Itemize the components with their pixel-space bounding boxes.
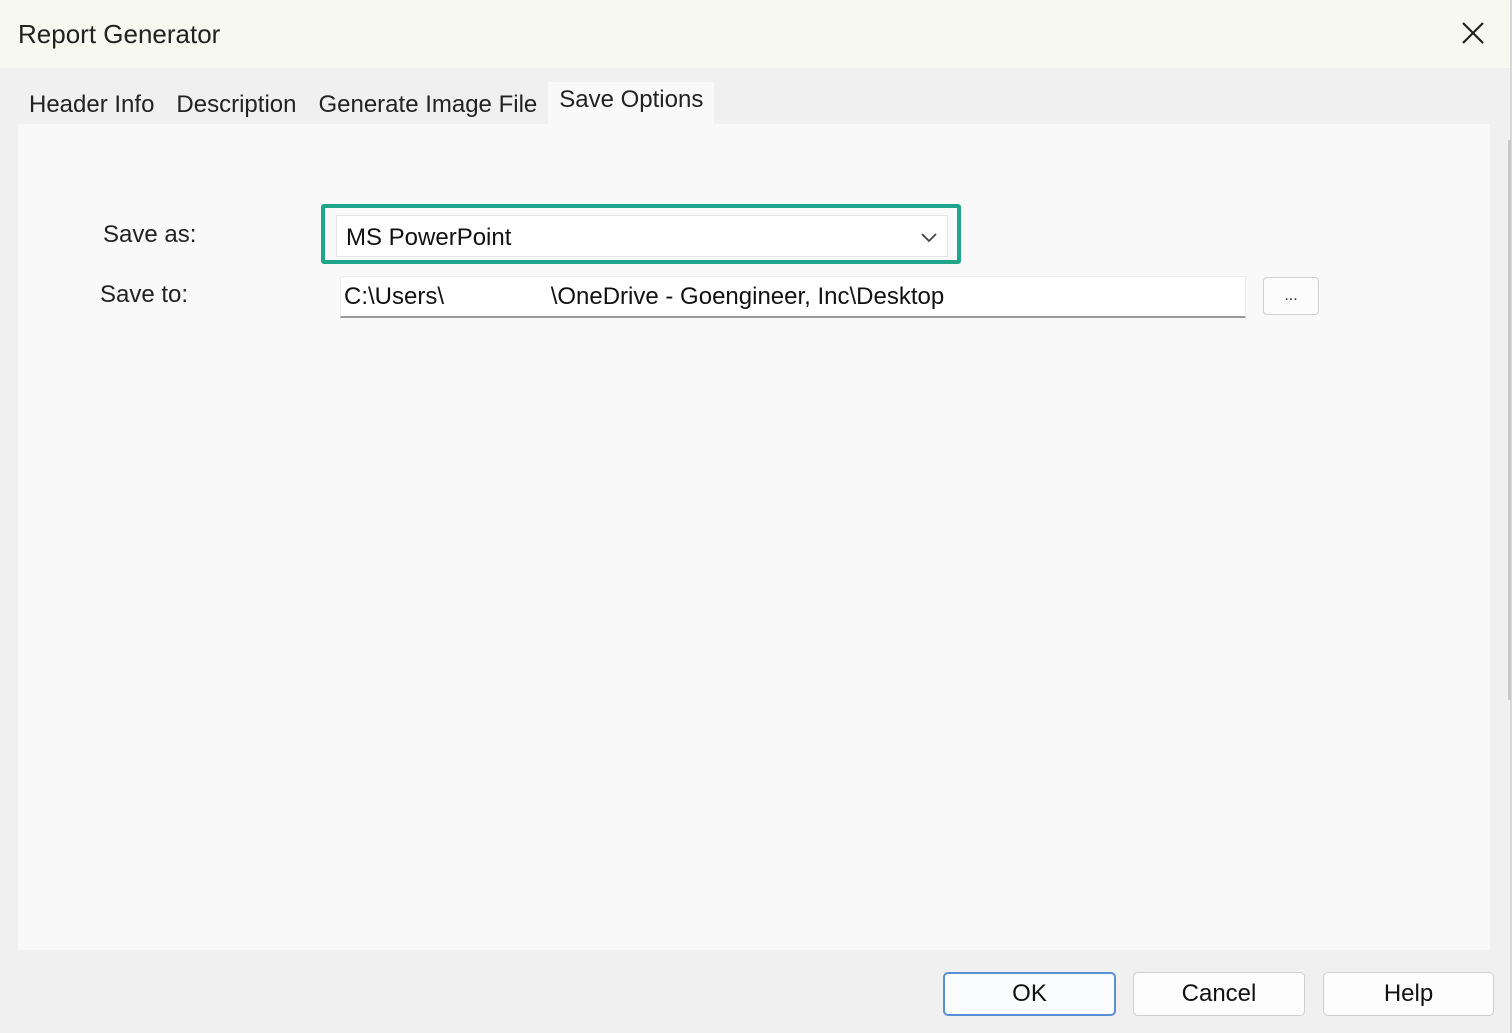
tab-strip: Header Info Description Generate Image F… bbox=[18, 82, 715, 124]
save-to-label: Save to: bbox=[100, 281, 189, 308]
help-button[interactable]: Help bbox=[1323, 972, 1494, 1016]
save-as-selected-value: MS PowerPoint bbox=[346, 224, 512, 251]
tab-generate-image-file[interactable]: Generate Image File bbox=[307, 86, 549, 124]
browse-button[interactable]: ... bbox=[1263, 277, 1319, 315]
close-button[interactable] bbox=[1450, 12, 1496, 54]
dialog-title: Report Generator bbox=[18, 19, 221, 49]
save-as-dropdown[interactable]: MS PowerPoint bbox=[336, 215, 948, 257]
save-as-label: Save as: bbox=[103, 221, 197, 248]
cancel-button[interactable]: Cancel bbox=[1133, 972, 1305, 1016]
ok-button[interactable]: OK bbox=[943, 972, 1116, 1016]
tab-header-info[interactable]: Header Info bbox=[18, 86, 166, 124]
save-to-path-input[interactable] bbox=[340, 276, 1246, 318]
report-generator-dialog: Report Generator Header Info Description… bbox=[0, 0, 1512, 1033]
tab-description[interactable]: Description bbox=[165, 86, 308, 124]
close-icon bbox=[1462, 22, 1484, 44]
title-bar: Report Generator bbox=[0, 0, 1510, 68]
tab-save-options[interactable]: Save Options bbox=[548, 82, 715, 124]
window-edge bbox=[1508, 140, 1511, 700]
chevron-down-icon bbox=[921, 233, 937, 243]
